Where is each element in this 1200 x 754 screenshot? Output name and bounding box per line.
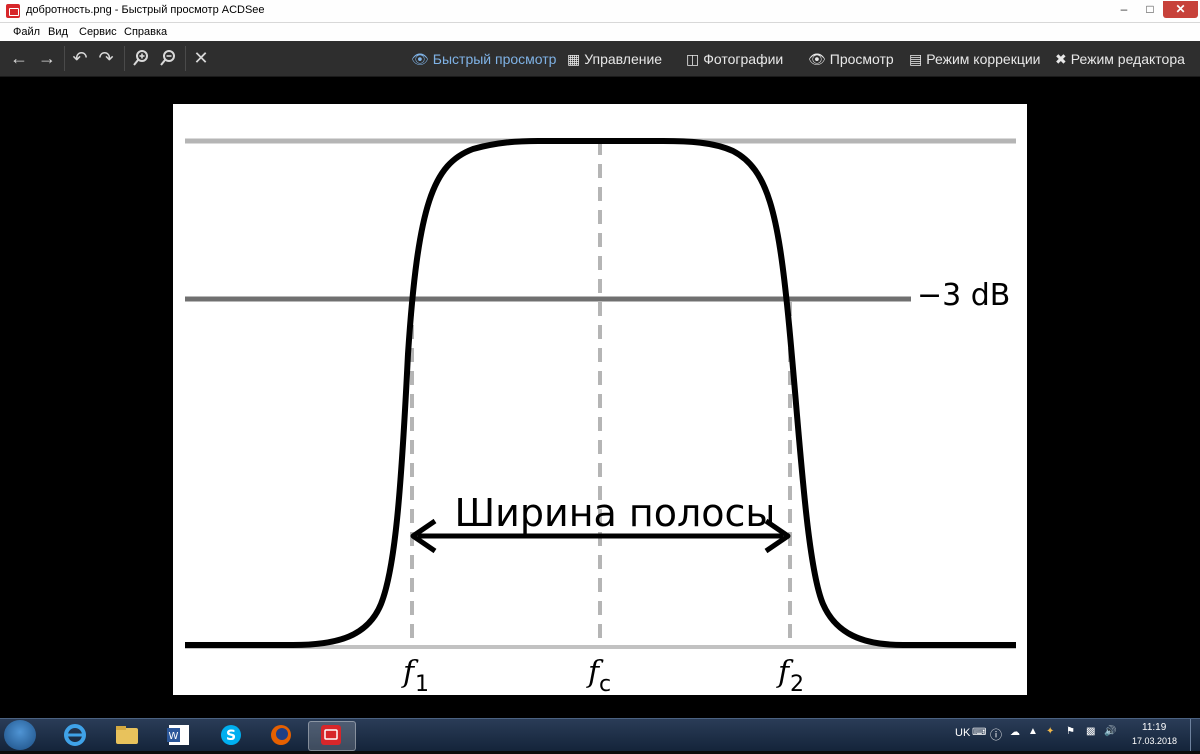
- fc-label: f c: [586, 655, 611, 695]
- svg-text:W: W: [169, 731, 179, 742]
- toolbar-divider: [124, 46, 125, 71]
- show-desktop-button[interactable]: [1190, 719, 1200, 751]
- close-window-button[interactable]: ✕: [1163, 1, 1198, 18]
- firefox-icon[interactable]: [258, 721, 304, 749]
- window-titlebar: добротность.png - Быстрый просмотр ACDSe…: [0, 0, 1200, 23]
- help-icon[interactable]: ⓘ: [990, 726, 1002, 743]
- tab-quick-view[interactable]: 👁 Быстрый просмотр: [411, 49, 556, 69]
- tab-develop-label: Режим коррекции: [926, 51, 1041, 67]
- photos-icon: ◫: [686, 51, 700, 67]
- start-orb-icon[interactable]: [4, 720, 36, 750]
- tab-view-label: Просмотр: [829, 51, 894, 67]
- flag-icon[interactable]: ⚑: [1066, 726, 1075, 737]
- f2-subscript: 2: [790, 672, 804, 695]
- menu-file[interactable]: Файл: [13, 26, 40, 38]
- toolbar-divider: [185, 46, 186, 71]
- f2-label: f 2: [776, 655, 804, 695]
- arrow-left-icon[interactable]: ←: [6, 45, 32, 71]
- clock-date[interactable]: 17.03.2018: [1132, 736, 1177, 746]
- menu-view[interactable]: Вид: [48, 26, 68, 38]
- bandwidth-diagram: −3 dB Ширина полосы f 1 f c f 2: [185, 138, 1016, 695]
- fc-subscript: c: [599, 672, 611, 695]
- develop-icon: ▤: [909, 51, 923, 67]
- tray-app-icon[interactable]: ☁: [1010, 727, 1020, 738]
- toolbar-divider: [64, 46, 65, 71]
- internet-explorer-icon[interactable]: [52, 721, 98, 749]
- file-explorer-icon[interactable]: [104, 721, 150, 749]
- show-hidden-icons[interactable]: ▲: [1028, 726, 1038, 737]
- minimize-button[interactable]: –: [1111, 1, 1137, 18]
- taskbar: W S UK ⌨ ⓘ ☁ ▲ ✦ ⚑ ▩ 🔊 11:19 17.03.2018: [0, 718, 1200, 751]
- toolbar: ← → ↶ ↷ ✕ 👁 Быстрый просмотр ▦ Управление …: [0, 41, 1200, 77]
- volume-icon[interactable]: 🔊: [1104, 726, 1116, 737]
- f1-label: f 1: [401, 655, 429, 695]
- f1-subscript: 1: [415, 672, 429, 695]
- arrow-right-icon[interactable]: →: [34, 45, 60, 71]
- image-viewer[interactable]: −3 dB Ширина полосы f 1 f c f 2: [0, 77, 1200, 718]
- svg-text:S: S: [226, 728, 236, 744]
- eye-icon: 👁: [411, 51, 429, 67]
- tab-manage[interactable]: ▦ Управление: [567, 49, 662, 69]
- menu-tools[interactable]: Сервис: [79, 26, 117, 38]
- edit-icon: ✖: [1055, 51, 1067, 67]
- language-indicator[interactable]: UK: [955, 727, 970, 739]
- maximize-button[interactable]: □: [1137, 1, 1163, 18]
- tab-photos-label: Фотографии: [703, 51, 784, 67]
- minus-3db-label: −3 dB: [917, 278, 1010, 313]
- keyboard-icon[interactable]: ⌨: [972, 727, 986, 738]
- word-icon[interactable]: W: [156, 721, 202, 749]
- bandwidth-label: Ширина полосы: [455, 491, 776, 535]
- tab-edit[interactable]: ✖ Режим редактора: [1055, 49, 1185, 69]
- network-icon[interactable]: ▩: [1086, 726, 1095, 737]
- rotate-right-icon[interactable]: ↷: [94, 45, 118, 71]
- tab-quick-view-label: Быстрый просмотр: [432, 51, 557, 67]
- close-icon[interactable]: ✕: [189, 45, 213, 71]
- tab-photos[interactable]: ◫ Фотографии: [686, 49, 783, 69]
- tab-view[interactable]: 👁 Просмотр: [808, 49, 894, 69]
- tab-edit-label: Режим редактора: [1070, 51, 1185, 67]
- window-title: добротность.png - Быстрый просмотр ACDSe…: [26, 4, 265, 16]
- eye-icon: 👁: [808, 51, 826, 67]
- avast-icon[interactable]: ✦: [1046, 726, 1054, 737]
- zoom-in-icon[interactable]: [128, 45, 154, 71]
- rotate-left-icon[interactable]: ↶: [68, 45, 92, 71]
- acdsee-app-icon: [6, 4, 20, 18]
- tab-manage-label: Управление: [584, 51, 663, 67]
- displayed-image: −3 dB Ширина полосы f 1 f c f 2: [173, 104, 1027, 695]
- menu-help[interactable]: Справка: [124, 26, 167, 38]
- zoom-out-icon[interactable]: [155, 45, 181, 71]
- skype-icon[interactable]: S: [208, 721, 254, 749]
- grid-icon: ▦: [567, 51, 581, 67]
- menu-bar: Файл Вид Сервис Справка: [0, 23, 1200, 41]
- clock-time[interactable]: 11:19: [1142, 722, 1166, 733]
- acdsee-icon[interactable]: [308, 721, 356, 751]
- tab-develop[interactable]: ▤ Режим коррекции: [909, 49, 1041, 69]
